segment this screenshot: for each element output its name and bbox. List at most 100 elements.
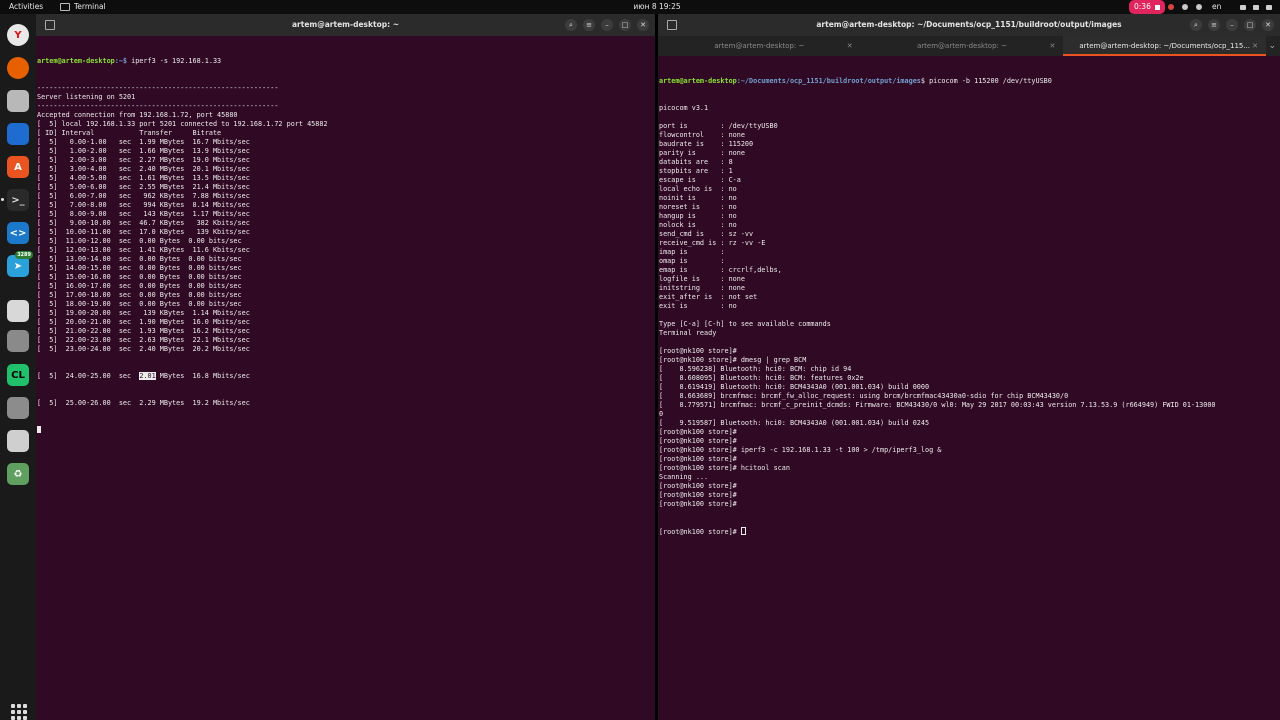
output-line: send_cmd is : sz -vv xyxy=(659,230,754,238)
app-menu-label: Terminal xyxy=(74,2,106,11)
stop-icon xyxy=(1154,4,1160,10)
ssd-drive-icon[interactable] xyxy=(7,397,29,419)
output-line: hangup is : no xyxy=(659,212,737,220)
power-icon xyxy=(1266,4,1272,10)
tray-network-icon[interactable] xyxy=(1196,4,1202,10)
volume-icon xyxy=(1253,4,1259,10)
output-line: noinit is : no xyxy=(659,194,737,202)
top-bar: Activities Terminal июн 8 19:25 0:36 en xyxy=(0,0,1280,14)
output-line: [ 5] 16.00-17.00 sec 0.00 Bytes 0.00 bit… xyxy=(37,282,242,290)
maximize-icon[interactable]: □ xyxy=(619,19,631,31)
search-icon[interactable]: ⌕ xyxy=(565,19,577,31)
output-line: Scanning ... xyxy=(659,473,709,481)
terminal-window-right[interactable]: artem@artem-desktop: ~/Documents/ocp_115… xyxy=(658,14,1280,720)
terminal-cursor xyxy=(37,426,41,433)
tab-overflow-icon[interactable]: ⌄ xyxy=(1268,36,1276,56)
terminal-output[interactable]: artem@artem-desktop:~/Documents/ocp_1151… xyxy=(659,59,1216,554)
notification-badge: 3289 xyxy=(15,251,33,259)
output-line: [root@nk100 store]# xyxy=(659,482,737,490)
output-line: [ 5] 7.00-8.00 sec 994 KBytes 8.14 Mbits… xyxy=(37,201,250,209)
terminal-output[interactable]: artem@artem-desktop:~$ iperf3 -s 192.168… xyxy=(37,39,328,453)
output-line: receive_cmd is : rz -vv -E xyxy=(659,239,766,247)
output-line: ----------------------------------------… xyxy=(37,84,279,92)
clock[interactable]: июн 8 19:25 xyxy=(612,0,702,14)
output-line: port is : /dev/ttyUSB0 xyxy=(659,122,778,130)
menu-icon[interactable]: ≡ xyxy=(583,19,595,31)
app-menu[interactable]: Terminal xyxy=(60,0,106,14)
terminal-cursor xyxy=(740,527,746,535)
output-line-selected: [ 5] 24.00-25.00 sec 2.01 MBytes 16.8 Mb… xyxy=(37,372,250,380)
firefox-icon[interactable] xyxy=(7,57,29,79)
output-line: [ 5] 10.00-11.00 sec 17.0 KBytes 139 Kbi… xyxy=(37,228,250,236)
show-applications-icon[interactable] xyxy=(11,704,27,720)
output-line: [root@nk100 store]# hcitool scan xyxy=(659,464,790,472)
output-line: [ 5] 12.00-13.00 sec 1.41 KBytes 11.6 Kb… xyxy=(37,246,250,254)
output-line: Accepted connection from 192.168.1.72, p… xyxy=(37,111,238,119)
output-line: Terminal ready xyxy=(659,329,717,337)
output-line: [ 5] 9.00-10.00 sec 46.7 KBytes 382 Kbit… xyxy=(37,219,250,227)
close-icon[interactable]: ✕ xyxy=(637,19,649,31)
output-line: [root@nk100 store]# dmesg | grep BCM xyxy=(659,356,807,364)
output-line: initstring : none xyxy=(659,284,745,292)
output-line: databits are : 8 xyxy=(659,158,733,166)
title-bar[interactable]: artem@artem-desktop: ~ ⌕ ≡ – □ ✕ xyxy=(36,14,655,36)
output-line: [root@nk100 store]# xyxy=(659,437,737,445)
clion-icon[interactable]: CL xyxy=(7,364,29,386)
output-line: [ 5] 4.00-5.00 sec 1.61 MBytes 13.5 Mbit… xyxy=(37,174,250,182)
close-icon[interactable]: ✕ xyxy=(1262,19,1274,31)
output-line: Type [C-a] [C-h] to see available comman… xyxy=(659,320,831,328)
activities-button[interactable]: Activities xyxy=(9,0,43,14)
vscode-icon[interactable]: <> xyxy=(7,222,29,244)
output-line: [ 8.663689] brcmfmac: brcmf_fw_alloc_req… xyxy=(659,392,1069,400)
title-bar[interactable]: artem@artem-desktop: ~/Documents/ocp_115… xyxy=(658,14,1280,36)
output-line: [ 8.596238] Bluetooth: hci0: BCM: chip i… xyxy=(659,365,852,373)
prompt-line: artem@artem-desktop:~/Documents/ocp_1151… xyxy=(659,77,1052,85)
text-editor-icon[interactable] xyxy=(7,300,29,322)
tab-1[interactable]: artem@artem-desktop: ~ ✕ xyxy=(658,36,861,56)
trash-icon[interactable]: ♻ xyxy=(7,463,29,485)
screen-recording-indicator[interactable]: 0:36 xyxy=(1129,0,1165,14)
maximize-icon[interactable]: □ xyxy=(1244,19,1256,31)
output-line: [root@nk100 store]# xyxy=(659,455,737,463)
output-line: [ 5] 6.00-7.00 sec 962 KBytes 7.88 Mbits… xyxy=(37,192,250,200)
terminal-icon[interactable]: >_ xyxy=(1,189,29,211)
output-line: [ 5] 2.00-3.00 sec 2.27 MBytes 19.0 Mbit… xyxy=(37,156,250,164)
terminal-window-left[interactable]: artem@artem-desktop: ~ ⌕ ≡ – □ ✕ artem@a… xyxy=(36,14,655,720)
output-line: [ ID] Interval Transfer Bitrate xyxy=(37,129,222,137)
telegram-icon[interactable]: ➤ 3289 xyxy=(7,251,33,277)
files-icon[interactable] xyxy=(7,90,29,112)
system-menu[interactable] xyxy=(1240,0,1272,14)
tray-status-icon[interactable] xyxy=(1182,4,1188,10)
search-icon[interactable]: ⌕ xyxy=(1190,19,1202,31)
output-line: [ 5] 13.00-14.00 sec 0.00 Bytes 0.00 bit… xyxy=(37,255,242,263)
network-icon xyxy=(1240,4,1246,10)
output-line: noreset is : no xyxy=(659,203,737,211)
output-line: [ 5] 14.00-15.00 sec 0.00 Bytes 0.00 bit… xyxy=(37,264,242,272)
output-line: local echo is : no xyxy=(659,185,737,193)
prompt-line: artem@artem-desktop:~$ iperf3 -s 192.168… xyxy=(37,57,222,65)
tab-3-active[interactable]: artem@artem-desktop: ~/Documents/ocp_115… xyxy=(1063,36,1267,56)
keyboard-layout-indicator[interactable]: en xyxy=(1212,0,1221,14)
menu-icon[interactable]: ≡ xyxy=(1208,19,1220,31)
yandex-browser-icon[interactable]: Y xyxy=(7,24,29,46)
output-line: [ 5] 1.00-2.00 sec 1.66 MBytes 13.9 Mbit… xyxy=(37,147,250,155)
output-line: 0 xyxy=(659,410,664,418)
minimize-icon[interactable]: – xyxy=(1226,19,1238,31)
tab-2[interactable]: artem@artem-desktop: ~ ✕ xyxy=(861,36,1064,56)
output-line: [ 5] 25.00-26.00 sec 2.29 MBytes 19.2 Mb… xyxy=(37,399,250,407)
output-line: [ 5] 18.00-19.00 sec 0.00 Bytes 0.00 bit… xyxy=(37,300,242,308)
close-tab-icon: ✕ xyxy=(1049,42,1056,50)
output-line: [ 5] 17.00-18.00 sec 0.00 Bytes 0.00 bit… xyxy=(37,291,242,299)
output-line: flowcontrol : none xyxy=(659,131,745,139)
libreoffice-writer-icon[interactable] xyxy=(7,123,29,145)
app-center-icon[interactable]: A xyxy=(7,156,29,178)
output-line: [ 5] 11.00-12.00 sec 0.00 Bytes 0.00 bit… xyxy=(37,237,242,245)
usb-drive-icon[interactable] xyxy=(7,430,29,452)
minimize-icon[interactable]: – xyxy=(601,19,613,31)
output-line: [ 5] 23.00-24.00 sec 2.40 MBytes 20.2 Mb… xyxy=(37,345,250,353)
tray-app-icon[interactable] xyxy=(1168,4,1174,10)
keyboard-settings-icon[interactable] xyxy=(7,330,29,352)
